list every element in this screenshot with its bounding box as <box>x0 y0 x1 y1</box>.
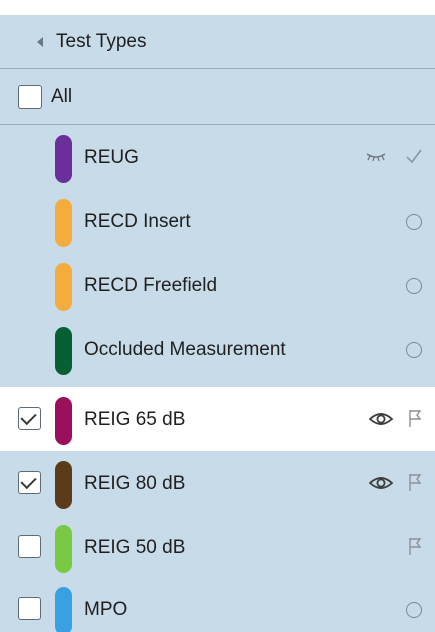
list-item-occluded-measurement[interactable]: Occluded Measurement <box>0 317 435 381</box>
list-item-recd-insert[interactable]: RECD Insert <box>0 189 435 253</box>
color-swatch <box>55 525 72 573</box>
check-mark-icon <box>20 408 37 426</box>
color-swatch <box>55 461 72 509</box>
test-types-header[interactable]: Test Types <box>0 15 435 69</box>
check-mark-icon <box>20 472 37 490</box>
list-item-label: REIG 65 dB <box>84 409 186 430</box>
list-item-label: RECD Freefield <box>84 275 218 296</box>
color-swatch <box>55 587 72 632</box>
list-item-label: REIG 50 dB <box>84 537 186 558</box>
circle-icon <box>406 602 422 618</box>
panel-title: Test Types <box>56 30 147 52</box>
color-swatch <box>55 397 72 445</box>
color-swatch <box>55 199 72 247</box>
list-item-label: Occluded Measurement <box>84 339 286 360</box>
caret-left-icon[interactable] <box>37 36 43 47</box>
test-type-list: REUG RECD Insert RECD Freefield Occluded… <box>0 125 435 632</box>
row-checkbox[interactable] <box>18 597 41 620</box>
row-checkbox[interactable] <box>18 471 41 494</box>
color-swatch <box>55 135 72 183</box>
flag-icon[interactable] <box>407 472 423 492</box>
select-all-checkbox[interactable] <box>18 84 42 109</box>
list-item-label: MPO <box>84 599 128 620</box>
circle-icon <box>406 214 422 230</box>
list-item-mpo[interactable]: MPO <box>0 577 435 632</box>
list-item-reig-50db[interactable]: REIG 50 dB <box>0 515 435 579</box>
color-swatch <box>55 327 72 375</box>
list-item-recd-freefield[interactable]: RECD Freefield <box>0 253 435 317</box>
select-all-label: All <box>51 85 73 107</box>
color-swatch <box>55 263 72 311</box>
flag-icon[interactable] <box>407 408 423 428</box>
eye-closed-icon[interactable] <box>366 149 386 163</box>
list-item-label: RECD Insert <box>84 211 191 232</box>
checkmark-icon <box>406 146 422 166</box>
eye-icon[interactable] <box>368 410 394 428</box>
list-item-reig-65db[interactable]: REIG 65 dB <box>0 387 435 451</box>
list-item-label: REIG 80 dB <box>84 473 186 494</box>
circle-icon <box>406 342 422 358</box>
list-item-reug[interactable]: REUG <box>0 125 435 189</box>
list-item-label: REUG <box>84 147 139 168</box>
row-checkbox[interactable] <box>18 407 41 430</box>
test-types-panel: Test Types All REUG RECD Insert RECD Fre… <box>0 0 435 632</box>
circle-icon <box>406 278 422 294</box>
eye-icon[interactable] <box>368 474 394 492</box>
list-item-reig-80db[interactable]: REIG 80 dB <box>0 451 435 515</box>
flag-icon[interactable] <box>407 536 423 556</box>
select-all-row[interactable]: All <box>0 69 435 125</box>
row-checkbox[interactable] <box>18 535 41 558</box>
